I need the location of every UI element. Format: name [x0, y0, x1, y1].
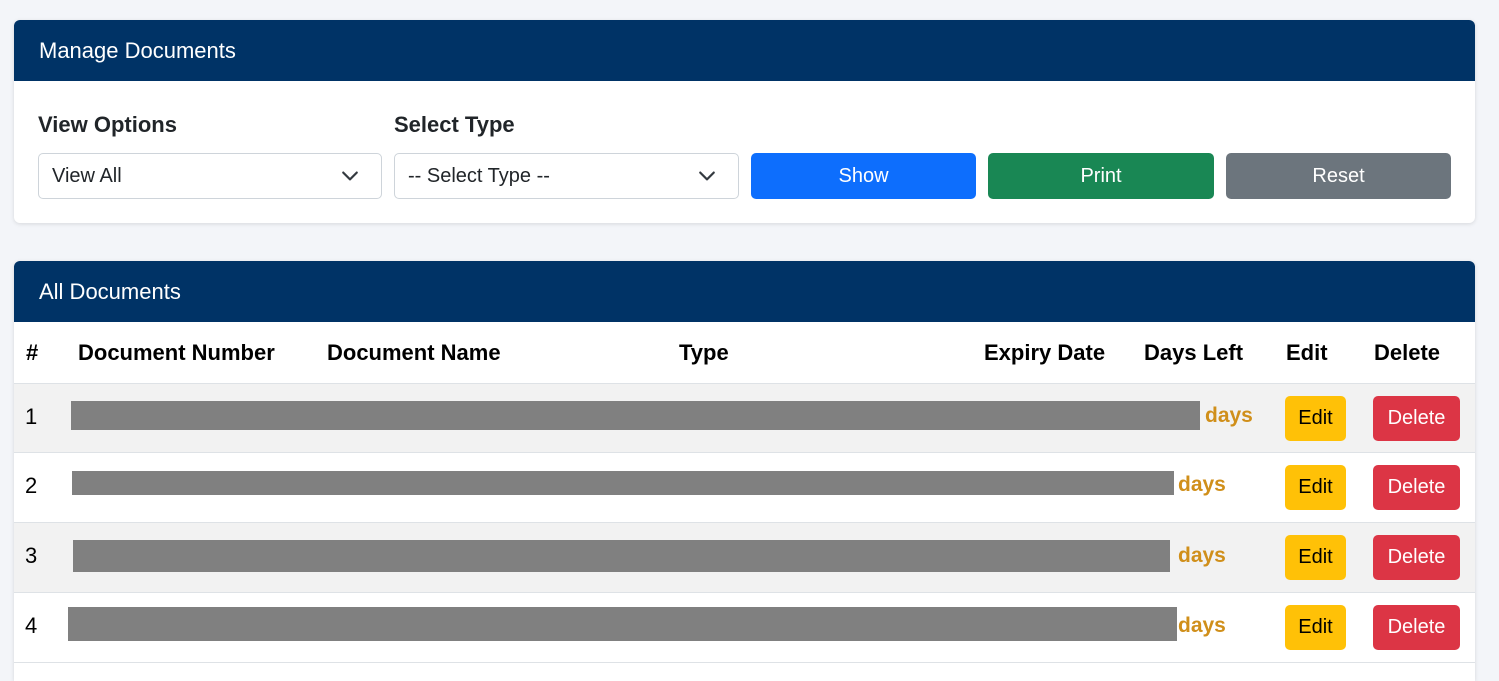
table-row: 3 days Edit Delete	[14, 523, 1475, 593]
column-header-edit: Edit	[1286, 340, 1328, 365]
column-header-expiry-date: Expiry Date	[984, 340, 1106, 365]
column-header-number: #	[26, 340, 39, 365]
days-left: days	[1205, 404, 1253, 427]
view-options-value: View All	[52, 164, 122, 187]
edit-button[interactable]: Edit	[1285, 535, 1346, 580]
print-button[interactable]: Print	[988, 153, 1214, 199]
table-row: 4 days Edit Delete	[14, 593, 1475, 663]
days-left: days	[1178, 473, 1226, 496]
column-header-type: Type	[679, 340, 729, 365]
column-header-document-name: Document Name	[327, 340, 501, 365]
days-left: days	[1178, 614, 1226, 637]
chevron-down-icon	[699, 171, 715, 181]
select-type-label: Select Type	[394, 112, 515, 137]
column-header-document-number: Document Number	[78, 340, 275, 365]
edit-button[interactable]: Edit	[1285, 605, 1346, 650]
row-number: 3	[25, 543, 38, 568]
row-number: 1	[25, 404, 38, 429]
column-header-delete: Delete	[1374, 340, 1441, 365]
show-button[interactable]: Show	[751, 153, 976, 199]
days-left: days	[1178, 544, 1226, 567]
view-options-label: View Options	[38, 112, 177, 137]
column-header-days-left: Days Left	[1144, 340, 1244, 365]
delete-button[interactable]: Delete	[1373, 396, 1460, 441]
redacted-block	[72, 471, 1174, 495]
reset-button[interactable]: Reset	[1226, 153, 1451, 199]
table-row: 1 days Edit Delete	[14, 383, 1475, 453]
delete-button[interactable]: Delete	[1373, 535, 1460, 580]
select-type-value: -- Select Type --	[408, 164, 550, 187]
table-row: 2 days Edit Delete	[14, 453, 1475, 523]
row-number: 4	[25, 613, 38, 638]
view-options-select[interactable]: View All	[38, 153, 382, 199]
select-type-select[interactable]: -- Select Type --	[394, 153, 739, 199]
manage-documents-title: Manage Documents	[14, 20, 1475, 81]
delete-button[interactable]: Delete	[1373, 605, 1460, 650]
edit-button[interactable]: Edit	[1285, 465, 1346, 510]
edit-button[interactable]: Edit	[1285, 396, 1346, 441]
redacted-block	[71, 401, 1200, 430]
chevron-down-icon	[342, 171, 358, 181]
redacted-block	[73, 540, 1170, 572]
redacted-block	[68, 607, 1177, 641]
delete-button[interactable]: Delete	[1373, 465, 1460, 510]
all-documents-title: All Documents	[14, 261, 1475, 322]
row-number: 2	[25, 473, 38, 498]
